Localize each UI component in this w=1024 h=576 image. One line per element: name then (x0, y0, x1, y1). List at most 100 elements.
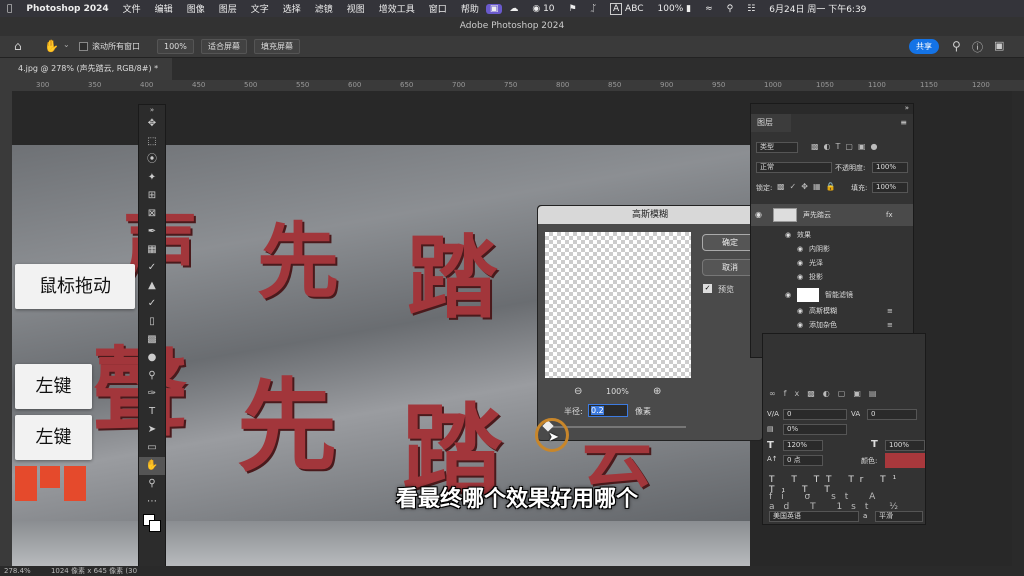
zoom-100-button[interactable]: 100% (157, 39, 194, 54)
marquee-tool-icon[interactable]: ⬚ (139, 133, 165, 151)
menu-image[interactable]: 图像 (180, 2, 212, 15)
search-icon[interactable]: ⚲ (720, 4, 741, 14)
visibility-eye-icon[interactable]: ◉ (785, 228, 791, 242)
text-color-swatch[interactable] (885, 453, 925, 468)
menu-view[interactable]: 视图 (340, 2, 372, 15)
preview-checkbox[interactable]: ✓ (703, 284, 712, 293)
menu-app[interactable]: Photoshop 2024 (19, 4, 115, 14)
visibility-eye-icon[interactable]: ◉ (797, 256, 803, 270)
flag-icon[interactable]: ⚑ (562, 4, 584, 14)
bluetooth-icon[interactable]: ᛢ (584, 4, 603, 14)
opacity-input[interactable]: 100% (872, 162, 908, 173)
filter-kind-select[interactable]: 类型 (756, 142, 798, 153)
effect-satin[interactable]: ◉ 光泽 (751, 256, 913, 270)
help-icon[interactable]: ⓘ (972, 39, 983, 55)
filter-icons[interactable]: ▩◐T▢▣● (811, 142, 883, 151)
cloud-icon[interactable]: ☁ (502, 4, 525, 14)
tsume-input[interactable]: 0% (783, 424, 847, 435)
collapse-icon[interactable]: » (139, 105, 165, 115)
tab-layers[interactable]: 图层 (751, 114, 791, 132)
lasso-tool-icon[interactable]: ⦿ (139, 151, 165, 169)
object-select-icon[interactable]: ✦ (139, 169, 165, 187)
menu-window[interactable]: 窗口 (422, 2, 454, 15)
menu-edit[interactable]: 编辑 (148, 2, 180, 15)
scroll-all-checkbox[interactable] (79, 42, 88, 51)
dodge-tool-icon[interactable]: ⚲ (139, 367, 165, 385)
filter-add-noise[interactable]: ◉ 添加杂色 ≡ (751, 318, 913, 332)
menu-layer[interactable]: 图层 (212, 2, 244, 15)
filter-gaussian-blur[interactable]: ◉ 高斯模糊 ≡ (751, 304, 913, 318)
workspace-icon[interactable]: ▣ (994, 39, 1004, 52)
stamp-tool-icon[interactable]: ▲ (139, 277, 165, 295)
apple-icon[interactable]:  (0, 4, 19, 14)
clock[interactable]: 6月24日 周一 下午6:39 (762, 2, 873, 15)
visibility-eye-icon[interactable]: ◉ (797, 304, 803, 318)
home-icon[interactable]: ⌂ (14, 39, 22, 53)
effects-row[interactable]: ◉ 效果 (751, 228, 913, 242)
baseline-input[interactable]: 0 点 (783, 455, 823, 466)
history-brush-icon[interactable]: ✓ (139, 295, 165, 313)
layer-actions-icons[interactable]: ∞fx▩◐▢▣▤ (769, 389, 884, 398)
type-tool-icon[interactable]: T (139, 403, 165, 421)
filter-options-icon[interactable]: ≡ (887, 304, 893, 318)
vertical-ruler[interactable] (0, 80, 12, 566)
fx-badge[interactable]: fx (886, 204, 893, 226)
chevron-down-icon[interactable]: ⌄ (63, 40, 70, 49)
hand-tool-icon[interactable]: ✋ (44, 39, 59, 53)
fit-screen-button[interactable]: 适合屏幕 (201, 39, 247, 54)
effect-inner-shadow[interactable]: ◉ 内阴影 (751, 242, 913, 256)
blend-mode-select[interactable]: 正常 (756, 162, 832, 173)
share-button[interactable]: 共享 (909, 39, 939, 54)
visibility-eye-icon[interactable]: ◉ (797, 242, 803, 256)
crop-tool-icon[interactable]: ⊞ (139, 187, 165, 205)
brush-tool-icon[interactable]: ✓ (139, 259, 165, 277)
zoom-tool-icon[interactable]: ⚲ (139, 475, 165, 493)
menu-file[interactable]: 文件 (116, 2, 148, 15)
rectangle-tool-icon[interactable]: ▭ (139, 439, 165, 457)
color-swatches-icon[interactable] (139, 511, 165, 537)
kerning-input[interactable]: 0 (783, 409, 847, 420)
language-select[interactable]: 美国英语 (769, 511, 859, 522)
anti-alias-select[interactable]: 平滑 (875, 511, 923, 522)
move-tool-icon[interactable]: ✥ (139, 115, 165, 133)
healing-brush-icon[interactable]: ▦ (139, 241, 165, 259)
zoom-in-icon[interactable]: ⊕ (653, 386, 661, 397)
status-zoom[interactable]: 278.4% (4, 567, 31, 575)
panel-collapse-icon[interactable]: » (751, 104, 913, 114)
menu-help[interactable]: 帮助 (454, 2, 486, 15)
path-select-icon[interactable]: ➤ (139, 421, 165, 439)
menu-type[interactable]: 文字 (244, 2, 276, 15)
search-icon[interactable]: ⚲ (952, 39, 961, 53)
more-tools-icon[interactable]: ⋯ (139, 493, 165, 511)
effect-drop-shadow[interactable]: ◉ 投影 (751, 270, 913, 284)
menu-filter[interactable]: 滤镜 (308, 2, 340, 15)
smart-filters-row[interactable]: ◉ 智能滤镜 (751, 286, 913, 304)
zoom-out-icon[interactable]: ⊖ (574, 386, 582, 397)
opentype-buttons[interactable]: fi σ st A ad T 1st ½ (769, 492, 925, 512)
control-center-icon[interactable]: ☷ (740, 4, 762, 14)
filter-options-icon[interactable]: ≡ (887, 318, 893, 332)
hand-tool-icon[interactable]: ✋ (139, 457, 165, 475)
wifi-icon[interactable]: ≈ (698, 4, 720, 14)
radius-input[interactable]: 0.2 (588, 404, 628, 417)
document-tab[interactable]: 4.jpg @ 278% (声先踏云, RGB/8#) * (0, 58, 172, 80)
vertical-scale-input[interactable]: 120% (783, 440, 823, 451)
battery-status[interactable]: 100% ▮ (651, 4, 699, 14)
horizontal-scale-input[interactable]: 100% (885, 440, 925, 451)
blur-preview[interactable] (545, 232, 691, 378)
layer-row-text[interactable]: ◉ 声先踏云 fx (751, 204, 913, 226)
eraser-tool-icon[interactable]: ▯ (139, 313, 165, 331)
pen-tool-icon[interactable]: ✑ (139, 385, 165, 403)
gradient-tool-icon[interactable]: ▩ (139, 331, 165, 349)
visibility-eye-icon[interactable]: ◉ (755, 204, 762, 226)
vertical-scrollbar[interactable] (1012, 91, 1024, 566)
blur-tool-icon[interactable]: ● (139, 349, 165, 367)
panel-menu-icon[interactable]: ≡ (900, 118, 907, 127)
fill-input[interactable]: 100% (872, 182, 908, 193)
eyedropper-icon[interactable]: ✒ (139, 223, 165, 241)
menu-plugins[interactable]: 增效工具 (372, 2, 422, 15)
visibility-eye-icon[interactable]: ◉ (797, 318, 803, 332)
visibility-eye-icon[interactable]: ◉ (785, 286, 791, 304)
horizontal-ruler[interactable]: 300 350 400 450 500 550 600 650 700 750 800 850 900 9… (12, 80, 1024, 91)
input-source[interactable]: A ABC (603, 2, 651, 15)
